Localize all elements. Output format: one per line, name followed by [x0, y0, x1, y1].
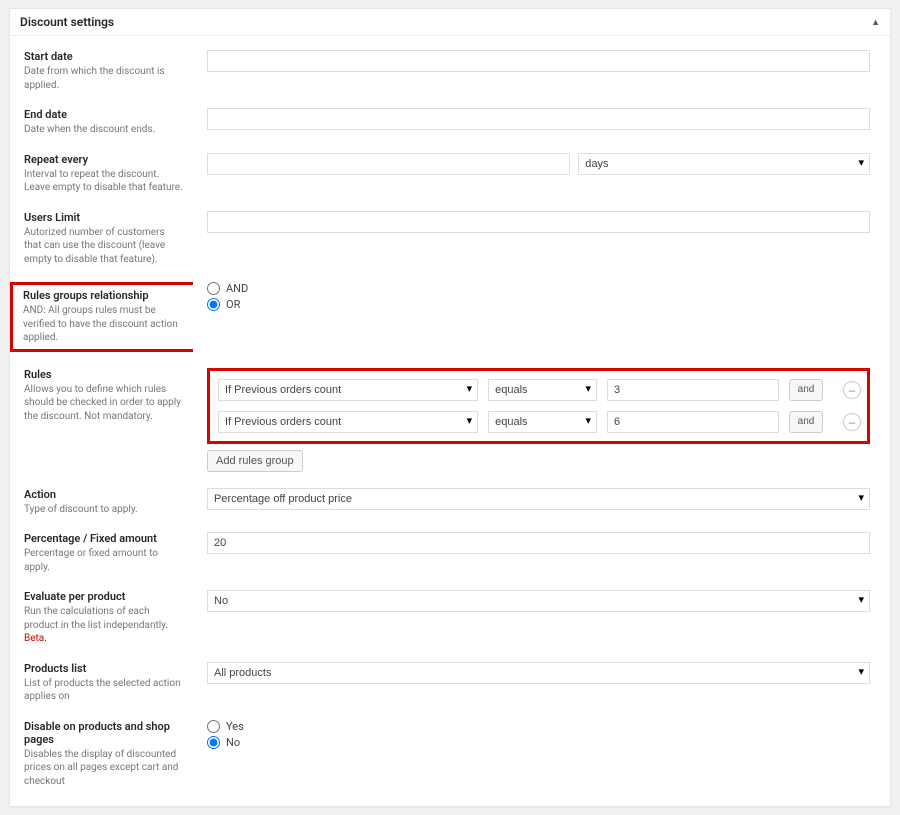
disable-no-option[interactable]: No	[207, 736, 870, 749]
relationship-label-highlight: Rules groups relationship AND: All group…	[10, 282, 193, 352]
relationship-or-radio[interactable]	[207, 298, 220, 311]
end-date-label: End date	[24, 108, 183, 121]
repeat-label: Repeat every	[24, 153, 183, 166]
discount-settings-panel: Discount settings ▲ Start date Date from…	[9, 8, 891, 807]
evaluate-label: Evaluate per product	[24, 590, 183, 603]
rule-operator-select[interactable]: equals	[488, 411, 597, 433]
relationship-desc: AND: All groups rules must be verified t…	[23, 304, 187, 345]
rule-and-button[interactable]: and	[789, 379, 823, 401]
evaluate-select[interactable]: No	[207, 590, 870, 612]
start-date-label: Start date	[24, 50, 183, 63]
repeat-desc: Interval to repeat the discount. Leave e…	[24, 168, 183, 195]
repeat-input[interactable]	[207, 153, 570, 175]
end-date-desc: Date when the discount ends.	[24, 123, 183, 137]
users-limit-desc: Autorized number of customers that can u…	[24, 226, 183, 267]
beta-tag: Beta.	[24, 633, 47, 644]
rules-desc: Allows you to define which rules should …	[24, 383, 183, 424]
relationship-label: Rules groups relationship	[23, 289, 187, 302]
action-label: Action	[24, 488, 183, 501]
products-list-select[interactable]: All products	[207, 662, 870, 684]
disable-display-desc: Disables the display of discounted price…	[24, 748, 183, 789]
panel-body: Start date Date from which the discount …	[10, 36, 890, 806]
products-list-desc: List of products the selected action app…	[24, 677, 183, 704]
rule-and-button[interactable]: and	[789, 411, 823, 433]
rules-label: Rules	[24, 368, 183, 381]
action-desc: Type of discount to apply.	[24, 503, 183, 517]
rule-condition-select[interactable]: If Previous orders count	[218, 411, 478, 433]
relationship-and-radio[interactable]	[207, 282, 220, 295]
rule-condition-select[interactable]: If Previous orders count	[218, 379, 478, 401]
rule-value-input[interactable]	[607, 411, 779, 433]
rule-row: If Previous orders count equals and –	[218, 411, 823, 433]
users-limit-input[interactable]	[207, 211, 870, 233]
amount-desc: Percentage or fixed amount to apply.	[24, 547, 183, 574]
rule-operator-select[interactable]: equals	[488, 379, 597, 401]
rule-row: If Previous orders count equals and –	[218, 379, 823, 401]
action-select[interactable]: Percentage off product price	[207, 488, 870, 510]
disable-yes-option[interactable]: Yes	[207, 720, 870, 733]
start-date-input[interactable]	[207, 50, 870, 72]
rules-highlight-box: If Previous orders count equals and – If…	[207, 368, 870, 444]
amount-label: Percentage / Fixed amount	[24, 532, 183, 545]
disable-display-label: Disable on products and shop pages	[24, 720, 183, 746]
amount-input[interactable]	[207, 532, 870, 554]
end-date-input[interactable]	[207, 108, 870, 130]
evaluate-desc: Run the calculations of each product in …	[24, 605, 183, 646]
rule-remove-button[interactable]: –	[843, 413, 861, 431]
rule-value-input[interactable]	[607, 379, 779, 401]
panel-title: Discount settings	[20, 15, 114, 29]
disable-yes-radio[interactable]	[207, 720, 220, 733]
rule-remove-button[interactable]: –	[843, 381, 861, 399]
users-limit-label: Users Limit	[24, 211, 183, 224]
start-date-desc: Date from which the discount is applied.	[24, 65, 183, 92]
relationship-or-option[interactable]: OR	[207, 298, 870, 311]
repeat-unit-select[interactable]: days	[578, 153, 870, 175]
disable-no-radio[interactable]	[207, 736, 220, 749]
add-rules-group-button[interactable]: Add rules group	[207, 450, 303, 472]
panel-header: Discount settings ▲	[10, 9, 890, 36]
products-list-label: Products list	[24, 662, 183, 675]
collapse-icon[interactable]: ▲	[871, 17, 880, 28]
relationship-and-option[interactable]: AND	[207, 282, 870, 295]
